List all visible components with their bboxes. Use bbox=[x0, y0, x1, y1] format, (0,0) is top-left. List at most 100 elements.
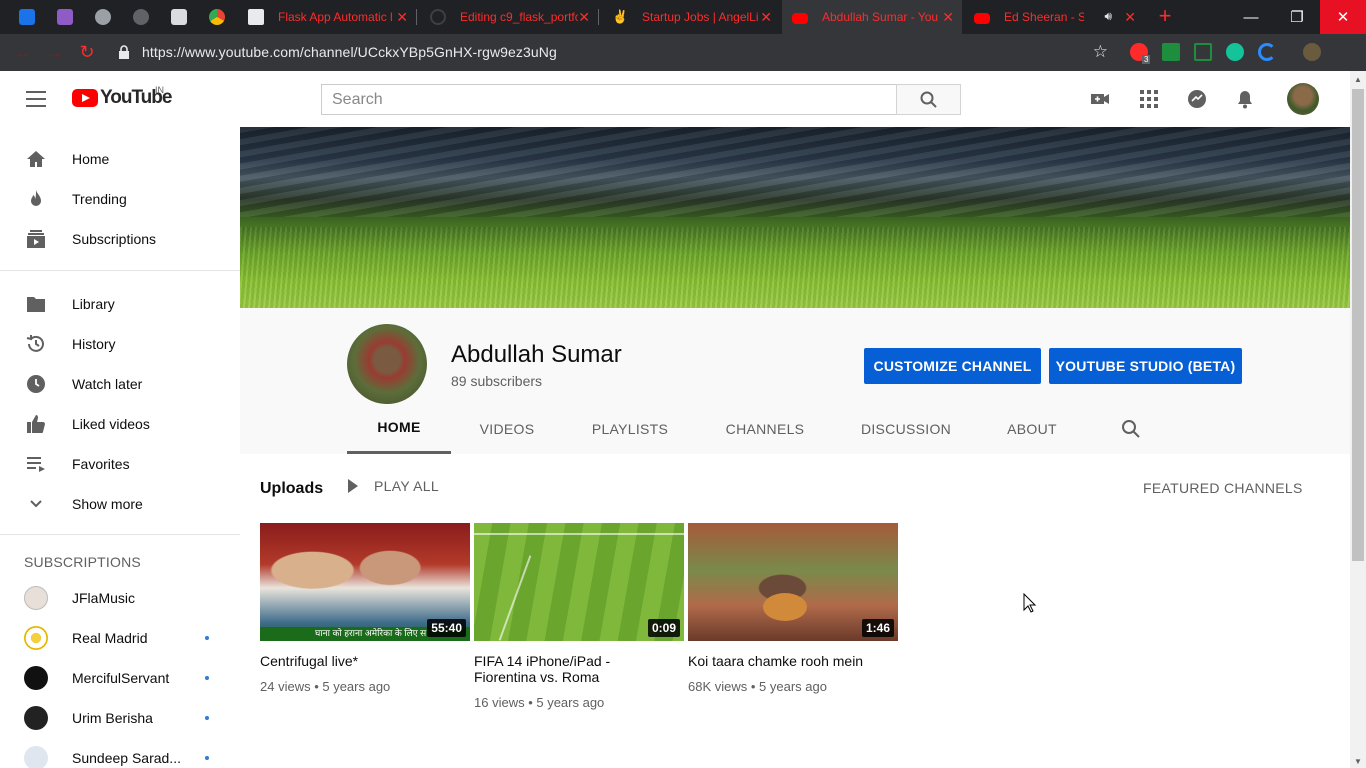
play-all-button[interactable]: PLAY ALL bbox=[348, 478, 439, 494]
menu-icon[interactable] bbox=[26, 91, 46, 107]
extension-icon[interactable] bbox=[1194, 43, 1212, 61]
guide-sidebar: Home Trending Subscriptions Library Hist… bbox=[0, 127, 240, 768]
speaker-icon[interactable]: 🔊︎ bbox=[1104, 9, 1112, 24]
search-icon bbox=[920, 91, 937, 108]
create-video-icon[interactable] bbox=[1090, 89, 1110, 109]
pinned-tab-1[interactable] bbox=[8, 0, 46, 34]
video-title[interactable]: Centrifugal live* bbox=[260, 653, 460, 669]
browser-tab-active[interactable]: Abdullah Sumar - You ✕ bbox=[782, 0, 962, 34]
video-title[interactable]: Koi taara chamke rooh mein bbox=[688, 653, 888, 669]
search-button[interactable] bbox=[896, 84, 961, 115]
sidebar-subscription[interactable]: JFlaMusic bbox=[0, 578, 240, 618]
tab-discussion[interactable]: DISCUSSION bbox=[833, 403, 979, 454]
sidebar-subscription[interactable]: MercifulServant bbox=[0, 658, 240, 698]
sidebar-divider bbox=[0, 534, 240, 535]
sidebar-item-trending[interactable]: Trending bbox=[0, 179, 240, 219]
maximize-button[interactable]: ❐ bbox=[1274, 0, 1320, 34]
caption-strip-text: घाना को हराना अमेरिका के लिए स bbox=[315, 628, 427, 638]
sidebar-item-favorites[interactable]: Favorites bbox=[0, 444, 240, 484]
scrollbar-thumb[interactable] bbox=[1352, 89, 1364, 561]
tab-videos[interactable]: VIDEOS bbox=[451, 403, 563, 454]
extension-icon[interactable] bbox=[1162, 43, 1180, 61]
grammarly-icon[interactable] bbox=[1226, 43, 1244, 61]
notifications-bell-icon[interactable] bbox=[1235, 89, 1255, 109]
page-scrollbar[interactable]: ▲ ▼ bbox=[1350, 71, 1366, 768]
sidebar-subscription[interactable]: Sundeep Sarad... bbox=[0, 738, 240, 768]
video-card[interactable]: घाना को हराना अमेरिका के लिए स 55:40 Cen… bbox=[260, 523, 470, 694]
sidebar-item-watch-later[interactable]: Watch later bbox=[0, 364, 240, 404]
forward-button[interactable]: → bbox=[44, 42, 66, 64]
sidebar-item-liked-videos[interactable]: Liked videos bbox=[0, 404, 240, 444]
close-window-button[interactable]: ✕ bbox=[1320, 0, 1366, 34]
close-icon[interactable]: ✕ bbox=[1124, 10, 1136, 24]
back-button[interactable]: ← bbox=[12, 42, 34, 64]
pinned-tab-6[interactable] bbox=[198, 0, 236, 34]
channel-search-icon[interactable] bbox=[1121, 419, 1141, 439]
messages-icon[interactable] bbox=[1187, 89, 1207, 109]
scroll-down-icon[interactable]: ▼ bbox=[1354, 757, 1362, 766]
customize-channel-button[interactable]: CUSTOMIZE CHANNEL bbox=[864, 348, 1041, 384]
tab-about[interactable]: ABOUT bbox=[979, 403, 1085, 454]
video-card[interactable]: 1:46 Koi taara chamke rooh mein 68K view… bbox=[688, 523, 898, 694]
omnibox[interactable]: https://www.youtube.com/channel/UCckxYBp… bbox=[108, 39, 1118, 66]
apps-grid-icon[interactable] bbox=[1139, 89, 1159, 109]
subscriptions-heading: SUBSCRIPTIONS bbox=[24, 554, 141, 570]
sidebar-item-subscriptions[interactable]: Subscriptions bbox=[0, 219, 240, 259]
video-views: 16 views bbox=[474, 695, 525, 710]
video-thumbnail[interactable]: 1:46 bbox=[688, 523, 898, 641]
pinned-tab-5[interactable] bbox=[160, 0, 198, 34]
reload-button[interactable]: ↻ bbox=[76, 42, 98, 64]
video-thumbnail[interactable]: 0:09 bbox=[474, 523, 684, 641]
browser-tab[interactable]: Ed Sheeran - Sha 🔊︎ ✕ bbox=[964, 0, 1144, 34]
channel-avatar bbox=[24, 666, 48, 690]
profile-avatar[interactable] bbox=[1303, 43, 1321, 61]
bookmark-star-icon[interactable]: ☆ bbox=[1093, 42, 1108, 62]
youtube-studio-button[interactable]: YOUTUBE STUDIO (BETA) bbox=[1049, 348, 1242, 384]
scroll-up-icon[interactable]: ▲ bbox=[1354, 75, 1362, 84]
mouse-cursor-icon bbox=[1023, 593, 1037, 613]
browser-tab-bar: Flask App Automatic l ✕ Editing c9_flask… bbox=[0, 0, 1366, 34]
youtube-logo[interactable]: YouTube IN bbox=[72, 85, 172, 109]
video-thumbnail[interactable]: घाना को हराना अमेरिका के लिए स 55:40 bbox=[260, 523, 470, 641]
uploads-heading[interactable]: Uploads bbox=[260, 480, 323, 498]
banner-stadium-stands bbox=[240, 127, 1350, 217]
sidebar-subscription[interactable]: Real Madrid bbox=[0, 618, 240, 658]
featured-channels-heading: FEATURED CHANNELS bbox=[1143, 480, 1303, 496]
video-title[interactable]: FIFA 14 iPhone/iPad - Fiorentina vs. Rom… bbox=[474, 653, 674, 685]
minimize-button[interactable]: — bbox=[1228, 0, 1274, 34]
pitch-line bbox=[474, 533, 684, 535]
sidebar-item-library[interactable]: Library bbox=[0, 284, 240, 324]
lock-icon bbox=[119, 45, 129, 59]
close-icon[interactable]: ✕ bbox=[760, 10, 772, 24]
new-tab-button[interactable]: + bbox=[1153, 5, 1177, 29]
close-icon[interactable]: ✕ bbox=[942, 10, 954, 24]
channel-avatar bbox=[24, 626, 48, 650]
banner-grass bbox=[240, 227, 1350, 308]
tab-home[interactable]: HOME bbox=[347, 403, 451, 454]
pinned-tab-3[interactable] bbox=[84, 0, 122, 34]
github-icon bbox=[430, 9, 446, 25]
tab-channels[interactable]: CHANNELS bbox=[697, 403, 833, 454]
sidebar-item-home[interactable]: Home bbox=[0, 139, 240, 179]
sidebar-item-show-more[interactable]: Show more bbox=[0, 484, 240, 524]
sidebar-subscription[interactable]: Urim Berisha bbox=[0, 698, 240, 738]
browser-tab[interactable]: Flask App Automatic l ✕ bbox=[238, 0, 416, 34]
youtube-icon bbox=[792, 12, 808, 24]
close-icon[interactable]: ✕ bbox=[578, 10, 590, 24]
account-avatar[interactable] bbox=[1287, 83, 1319, 115]
channel-search-icon[interactable] bbox=[1121, 243, 1141, 263]
browser-tab[interactable]: Editing c9_flask_portfo ✕ bbox=[420, 0, 598, 34]
video-card[interactable]: 0:09 FIFA 14 iPhone/iPad - Fiorentina vs… bbox=[474, 523, 684, 710]
tab-playlists[interactable]: PLAYLISTS bbox=[563, 403, 697, 454]
pinned-tab-2[interactable] bbox=[46, 0, 84, 34]
close-icon[interactable]: ✕ bbox=[396, 10, 408, 24]
video-age: 5 years ago bbox=[322, 679, 391, 694]
extension-icon[interactable] bbox=[1258, 43, 1276, 61]
sidebar-item-history[interactable]: History bbox=[0, 324, 240, 364]
pinned-tab-4[interactable] bbox=[122, 0, 160, 34]
browser-tab[interactable]: ✌ Startup Jobs | AngelLi ✕ bbox=[602, 0, 780, 34]
tab-title: Startup Jobs | AngelLi bbox=[642, 10, 759, 24]
search-input[interactable] bbox=[322, 85, 897, 114]
flask-icon bbox=[248, 9, 264, 25]
play-icon bbox=[348, 479, 358, 493]
